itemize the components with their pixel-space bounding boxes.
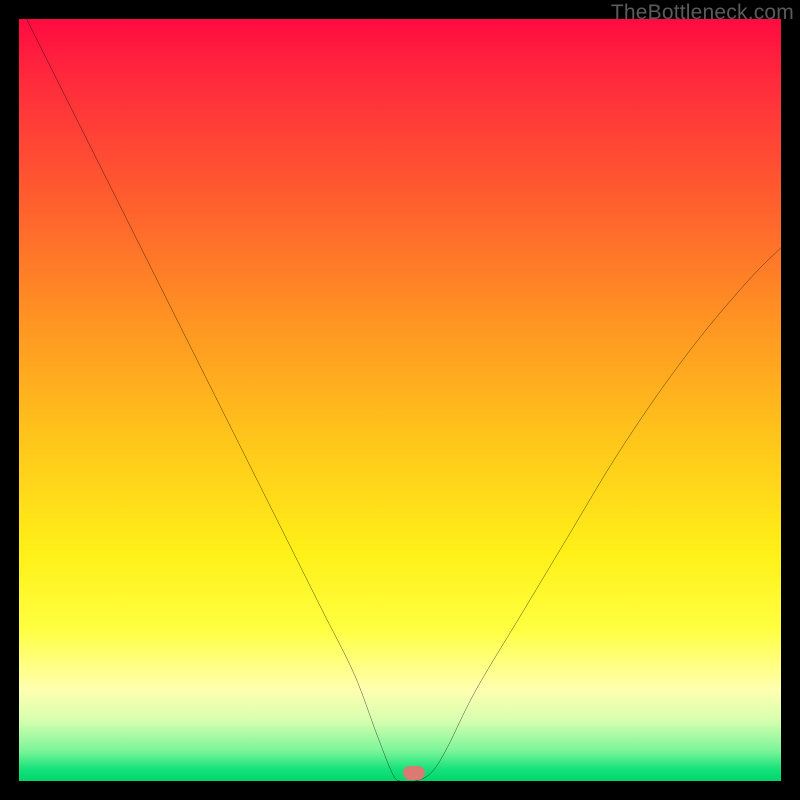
chart-frame: TheBottleneck.com xyxy=(0,0,800,800)
bottleneck-curve xyxy=(19,19,781,781)
watermark-text: TheBottleneck.com xyxy=(611,1,794,25)
optimum-marker xyxy=(403,766,425,780)
plot-area xyxy=(19,19,781,781)
